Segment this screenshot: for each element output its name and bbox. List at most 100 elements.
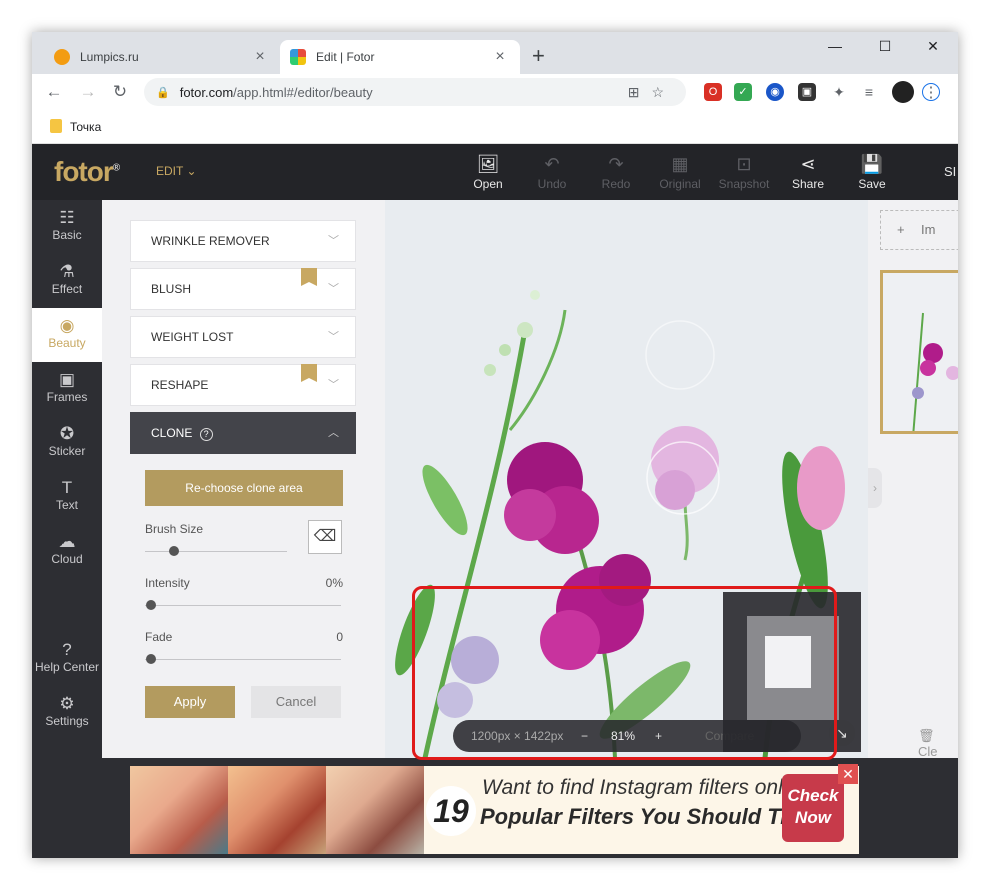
nav-help-center[interactable]: ? Help Center	[32, 632, 102, 686]
back-icon[interactable]: ←	[42, 80, 66, 104]
chevron-down-icon: ﹀	[328, 235, 339, 247]
orange-favicon-icon	[54, 49, 70, 65]
share-icon: ⋖	[800, 154, 816, 174]
nav-sticker[interactable]: ✪ Sticker	[32, 416, 102, 470]
close-tab-icon[interactable]: ×	[490, 48, 510, 66]
cancel-button[interactable]: Cancel	[251, 686, 341, 718]
accordion-weight-lost[interactable]: WEIGHT LOST ﹀	[130, 316, 356, 358]
ad-photo	[228, 766, 326, 854]
trash-icon: 🗑	[918, 728, 935, 743]
cloud-icon: ☁	[58, 532, 76, 551]
folder-icon	[50, 119, 62, 133]
chevron-up-icon: ︿	[328, 427, 339, 439]
clear-all-button[interactable]: 🗑Cle	[918, 728, 958, 759]
snapshot-icon: ⊡	[736, 154, 752, 174]
nav-cloud[interactable]: ☁ Cloud	[32, 524, 102, 578]
ad-number: 19	[426, 786, 476, 836]
nav-basic[interactable]: ☷ Basic	[32, 200, 102, 254]
translate-star-icons[interactable]: ⊞☆	[628, 84, 676, 101]
extension-globe-icon[interactable]: ◉	[766, 83, 784, 101]
ad-headline: Want to find Instagram filters online?	[482, 776, 823, 799]
url-host: fotor.com	[179, 84, 234, 100]
image-thumbnail[interactable]	[880, 270, 958, 434]
redo-icon: ↷	[608, 154, 624, 174]
new-tab-button[interactable]: +	[532, 44, 545, 68]
eraser-button[interactable]: ⌫	[308, 520, 342, 554]
forward-icon[interactable]: →	[76, 80, 100, 104]
intensity-track[interactable]	[145, 605, 341, 606]
undo-button[interactable]: ↶ Undo	[520, 154, 584, 191]
minimize-button[interactable]: —	[812, 38, 858, 54]
collapse-panel-icon[interactable]: ›	[868, 468, 882, 508]
snapshot-button[interactable]: ⊡ Snapshot	[712, 154, 776, 191]
extension-check-icon[interactable]: ✓	[734, 83, 752, 101]
ad-photo	[326, 766, 424, 854]
left-nav: ☷ Basic ⚗ Effect ◉ Beauty ▣ Frames ✪ Sticker …	[32, 200, 102, 758]
sign-in-link[interactable]: SI	[944, 164, 956, 179]
tab-bar: Lumpics.ru × Edit | Fotor × + — ☐ ✕	[32, 32, 958, 74]
intensity-value: 0%	[325, 576, 343, 590]
accordion-reshape[interactable]: RESHAPE ﹀	[130, 364, 356, 406]
rechoose-clone-area-button[interactable]: Re-choose clone area	[145, 470, 343, 506]
nav-beauty[interactable]: ◉ Beauty	[32, 308, 102, 362]
accordion-clone[interactable]: CLONE ? ︿	[130, 412, 356, 454]
nav-effect[interactable]: ⚗ Effect	[32, 254, 102, 308]
save-button[interactable]: 💾 Save	[840, 154, 904, 191]
intensity-label: Intensity	[145, 576, 190, 590]
original-button[interactable]: ▦ Original	[648, 154, 712, 191]
tab-lumpics[interactable]: Lumpics.ru ×	[44, 40, 280, 74]
image-icon: 🖼	[476, 154, 500, 174]
brush-size-track[interactable]	[145, 551, 287, 552]
extensions-puzzle-icon[interactable]: ✦	[830, 83, 848, 101]
address-row: ← → ↻ 🔒 fotor.com /app.html#/editor/beau…	[32, 74, 958, 110]
url-path: /app.html#/editor/beauty	[233, 84, 373, 100]
accordion-blush[interactable]: BLUSH ﹀	[130, 268, 356, 310]
fotor-logo[interactable]: fotor®	[54, 156, 120, 188]
ad-banner-area: 19 Want to find Instagram filters online…	[32, 758, 958, 858]
url-bar[interactable]: 🔒 fotor.com /app.html#/editor/beauty ⊞☆	[144, 78, 686, 106]
profile-avatar[interactable]	[892, 81, 914, 103]
ad-close-icon[interactable]: ✕	[838, 764, 858, 784]
right-panel: + Im 🗑Cle ›	[868, 200, 958, 759]
extension-box-icon[interactable]: ▣	[798, 83, 816, 101]
reload-icon[interactable]: ↻	[108, 80, 132, 104]
brush-size-label: Brush Size	[145, 522, 204, 536]
open-button[interactable]: 🖼 Open	[456, 154, 520, 191]
edit-menu[interactable]: EDIT ⌄	[156, 164, 197, 178]
close-window-button[interactable]: ✕	[910, 38, 956, 55]
share-button[interactable]: ⋖ Share	[776, 154, 840, 191]
maximize-button[interactable]: ☐	[862, 38, 908, 55]
gear-icon: ⚙	[59, 694, 75, 713]
help-circle-icon: ?	[199, 428, 213, 441]
sliders-icon: ☷	[59, 208, 75, 227]
tab-fotor[interactable]: Edit | Fotor ×	[280, 40, 520, 74]
chevron-down-icon: ﹀	[328, 283, 339, 295]
nav-frames[interactable]: ▣ Frames	[32, 362, 102, 416]
bookmark-tochka[interactable]: Точка	[70, 120, 101, 134]
eraser-icon: ⌫	[313, 528, 337, 545]
tab-title: Edit | Fotor	[316, 50, 375, 64]
plus-icon: +	[897, 222, 905, 237]
fotor-favicon-icon	[290, 49, 306, 65]
accordion-wrinkle-remover[interactable]: WRINKLE REMOVER ﹀	[130, 220, 356, 262]
import-button[interactable]: + Im	[880, 210, 958, 250]
brush-size-slider[interactable]	[169, 546, 179, 556]
save-icon: 💾	[860, 154, 884, 174]
fade-track[interactable]	[145, 659, 341, 660]
nav-text[interactable]: T Text	[32, 470, 102, 524]
highlight-frame	[412, 586, 837, 760]
original-icon: ▦	[671, 154, 689, 174]
bookmarks-bar: Точка	[32, 110, 958, 144]
extension-red-icon[interactable]: O	[704, 83, 722, 101]
beauty-panel: WRINKLE REMOVER ﹀ BLUSH ﹀ WEIGHT LOST ﹀ RES…	[102, 200, 385, 758]
redo-button[interactable]: ↷ Redo	[584, 154, 648, 191]
nav-settings[interactable]: ⚙ Settings	[32, 686, 102, 740]
menu-icon[interactable]: ⋮	[922, 83, 940, 101]
close-tab-icon[interactable]: ×	[250, 48, 270, 66]
apply-button[interactable]: Apply	[145, 686, 235, 718]
intensity-slider[interactable]	[146, 600, 156, 610]
fade-slider[interactable]	[146, 654, 156, 664]
ad-check-now-button[interactable]: Check Now	[782, 774, 844, 842]
media-queue-icon[interactable]: ≡	[860, 83, 878, 101]
ad-banner[interactable]: 19 Want to find Instagram filters online…	[130, 766, 859, 854]
